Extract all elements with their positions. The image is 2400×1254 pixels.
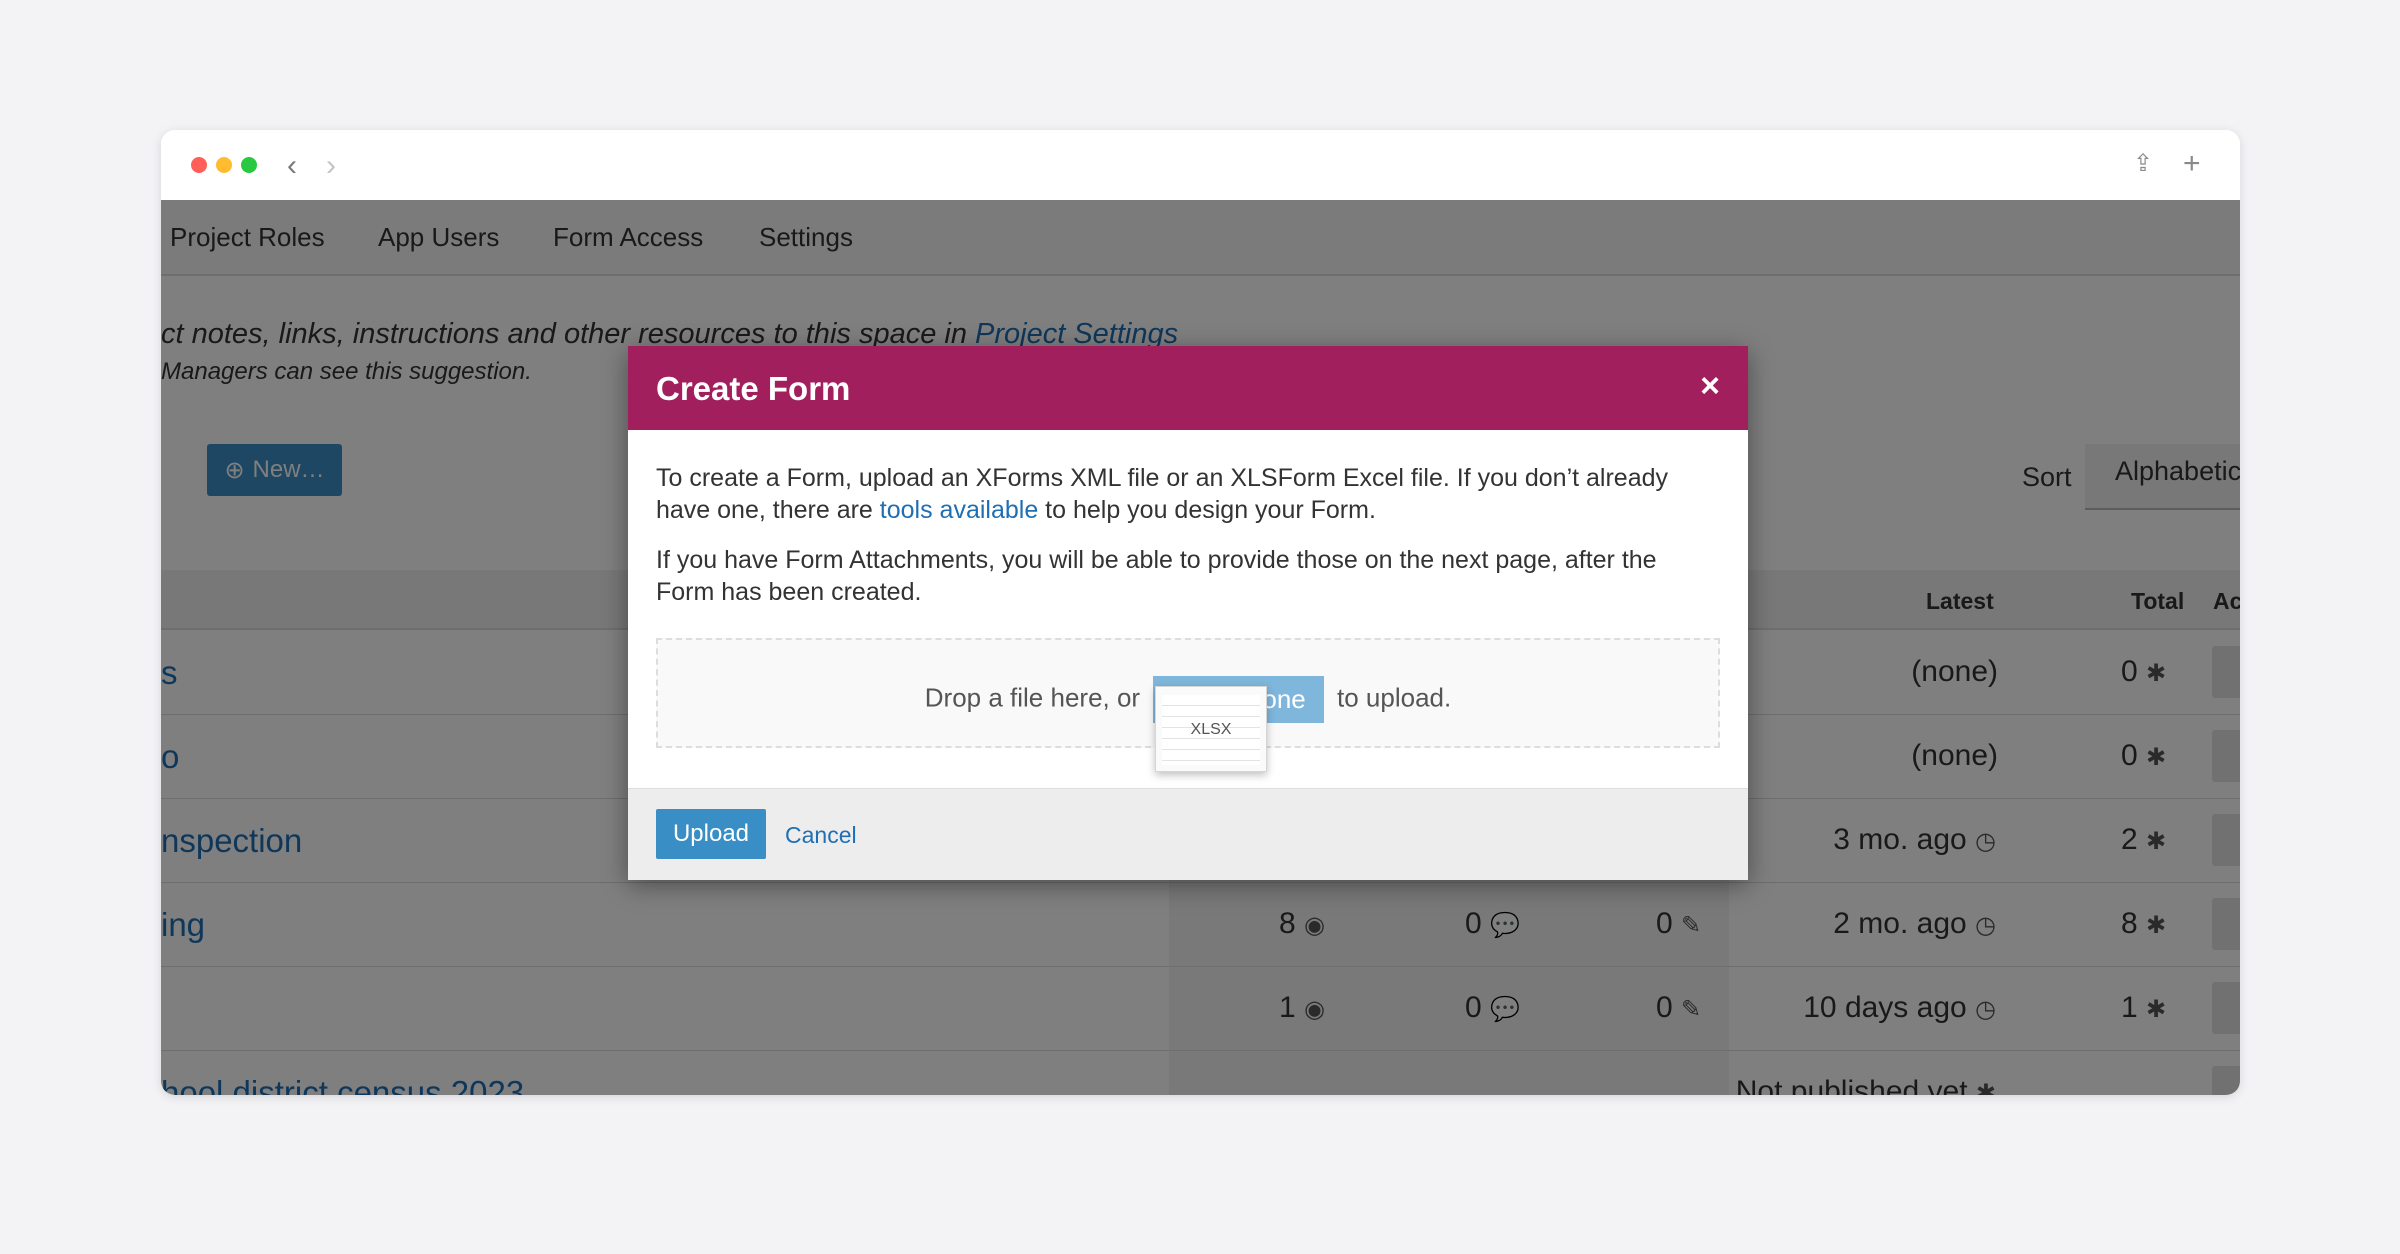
dropzone-text-start: Drop a file here, or bbox=[924, 682, 1148, 713]
modal-header: Create Form × bbox=[628, 346, 1748, 430]
maximize-window-button[interactable] bbox=[241, 157, 257, 173]
intro-text-end: to help you design your Form. bbox=[1038, 496, 1376, 524]
forward-icon[interactable]: › bbox=[326, 146, 336, 186]
dropzone-text-end: to upload. bbox=[1329, 682, 1452, 713]
minimize-window-button[interactable] bbox=[216, 157, 232, 173]
dragged-file-label: XLSX bbox=[1190, 721, 1232, 738]
close-window-button[interactable] bbox=[191, 157, 207, 173]
browser-titlebar: ‹ › ⇪ + bbox=[161, 130, 2240, 201]
create-form-modal: Create Form × To create a Form, upload a… bbox=[628, 346, 1748, 880]
close-icon[interactable]: × bbox=[1700, 368, 1720, 404]
modal-attachments-text: If you have Form Attachments, you will b… bbox=[656, 546, 1657, 606]
tools-available-link[interactable]: tools available bbox=[880, 496, 1038, 524]
modal-footer: Upload Cancel bbox=[628, 788, 1748, 880]
app-content: Project Roles App Users Form Access Sett… bbox=[161, 200, 2240, 1095]
dragged-file-icon[interactable]: XLSX bbox=[1155, 686, 1267, 772]
new-tab-icon[interactable]: + bbox=[2183, 144, 2201, 184]
share-icon[interactable]: ⇪ bbox=[2133, 144, 2153, 184]
modal-title: Create Form bbox=[656, 370, 851, 407]
back-icon[interactable]: ‹ bbox=[287, 146, 297, 186]
browser-window: ‹ › ⇪ + Project Roles App Users Form Acc… bbox=[161, 130, 2240, 1095]
cancel-link[interactable]: Cancel bbox=[785, 822, 857, 849]
modal-intro-text: To create a Form, upload an XForms XML f… bbox=[656, 462, 1720, 526]
upload-button[interactable]: Upload bbox=[656, 809, 766, 859]
